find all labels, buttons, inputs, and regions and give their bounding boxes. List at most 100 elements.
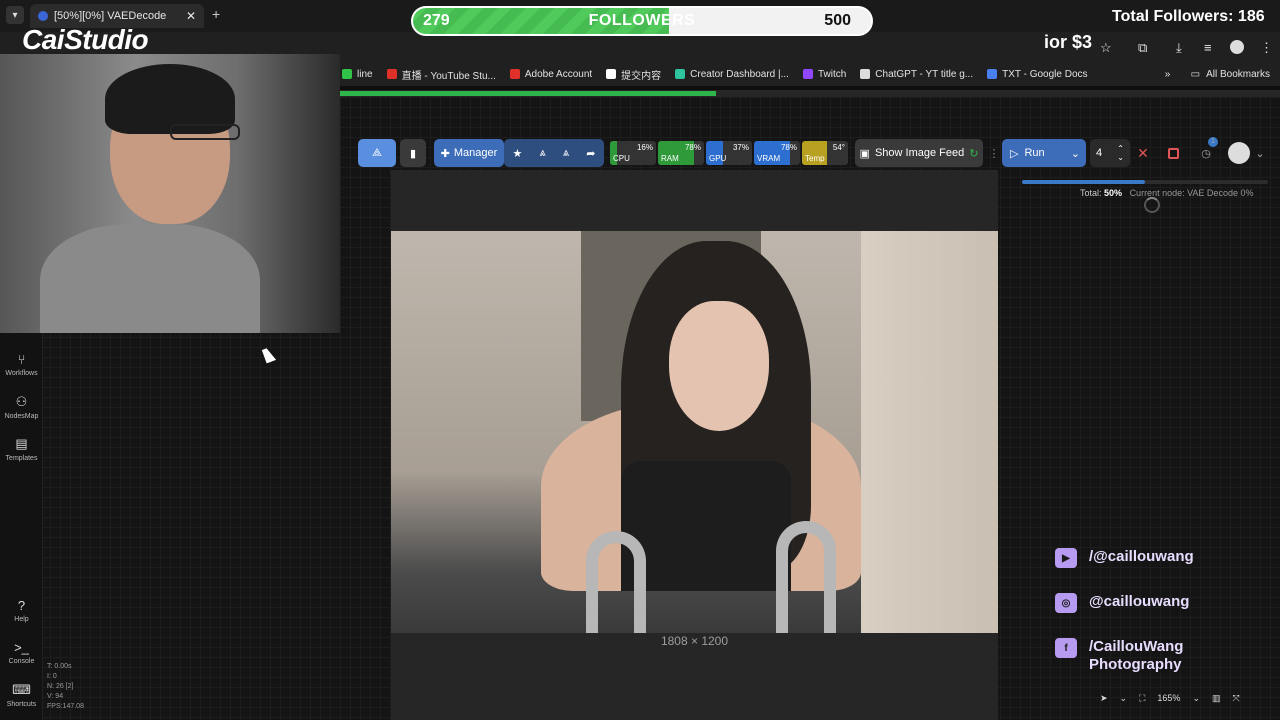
run-button[interactable]: ▷ Run ⌄ — [1002, 139, 1086, 167]
manager-button[interactable]: ✚ Manager — [434, 139, 504, 167]
total-followers: Total Followers: 186 — [1112, 8, 1265, 25]
sidebar-item-templates[interactable]: ▤ Templates — [0, 436, 43, 462]
select-tool-icon[interactable]: ➤ — [1100, 693, 1108, 704]
stat-name: Temp — [805, 154, 825, 163]
bookmark-item[interactable]: 提交内容 — [606, 67, 661, 82]
new-tab-button[interactable]: + — [212, 6, 220, 22]
stop-button[interactable] — [1164, 139, 1182, 167]
sidebar-item-nodesmap[interactable]: ⚇ NodesMap — [0, 394, 43, 420]
stat-line: N: 26 [2] — [47, 683, 74, 690]
photo-subject-face — [669, 301, 769, 431]
models-icon[interactable]: ⩓ — [540, 147, 546, 160]
total-value: 50% — [1104, 188, 1123, 198]
download-icon[interactable]: ⤓ — [1176, 40, 1182, 56]
bookmark-icon — [606, 69, 617, 79]
webcam-feed — [0, 54, 340, 333]
stat-vram: VRAM 78% — [754, 141, 800, 165]
followers-goal-label: FOLLOWERS — [588, 12, 696, 29]
link-visibility-icon[interactable]: ⤧ — [1233, 693, 1240, 704]
tab-search-button[interactable]: ▾ — [6, 6, 24, 24]
user-avatar[interactable] — [1226, 139, 1252, 167]
sidebar-item-workflows[interactable]: ⑂ Workflows — [0, 352, 43, 377]
bookmark-item[interactable]: TXT - Google Docs — [987, 69, 1088, 80]
bookmark-button[interactable]: ▮ — [400, 139, 426, 167]
bookmark-label: Creator Dashboard |... — [690, 68, 789, 80]
progress-text: Total: 50% Current node: VAE Decode 0% — [1080, 188, 1253, 198]
donation-alert: ior $3 — [1044, 32, 1093, 52]
social-handle: @caillouwang — [1089, 593, 1190, 610]
nodesmap-icon: ⚇ — [15, 394, 28, 409]
social-youtube: ▶ /@caillouwang — [1055, 548, 1194, 568]
generated-image[interactable] — [391, 231, 998, 633]
refresh-icon: ↻ — [969, 147, 979, 160]
play-icon: ▷ — [1010, 147, 1019, 160]
bookmark-label: 直播 - YouTube Stu... — [401, 70, 496, 82]
drag-handle-icon[interactable]: ⋮ — [989, 139, 1000, 167]
photo-subject-top — [621, 461, 791, 591]
sidebar-item-label: NodesMap — [4, 413, 39, 420]
stat-value: 78% — [684, 143, 701, 152]
stepper-arrows-icon: ⌃ ⌄ — [1117, 144, 1124, 162]
batch-count-value: 4 — [1096, 147, 1103, 159]
stat-name: VRAM — [757, 154, 781, 163]
nodes-icon[interactable]: ⩓ — [563, 147, 569, 160]
all-bookmarks-button[interactable]: » ▭ All Bookmarks — [1165, 69, 1280, 80]
chevron-down-icon: ⌄ — [1070, 147, 1080, 160]
bookmark-item[interactable]: line — [342, 69, 373, 80]
queue-history-button[interactable]: ◷ 1 — [1194, 137, 1218, 167]
comfy-logo-button[interactable]: ⟁ — [358, 139, 396, 167]
puzzle-icon: ✚ — [440, 147, 450, 160]
bookmark-label: Twitch — [817, 68, 847, 80]
zoom-level[interactable]: 165% — [1157, 693, 1180, 703]
bookmark-label: Adobe Account — [524, 68, 593, 80]
sidebar-item-shortcuts[interactable]: ⌨ Shortcuts — [0, 682, 43, 708]
manager-label: Manager — [453, 147, 498, 159]
stream-logo: CaiStudio — [22, 24, 149, 55]
youtube-icon — [386, 69, 397, 79]
sidebar-item-help[interactable]: ? Help — [0, 598, 43, 623]
followers-current: 279 — [423, 12, 450, 29]
chevron-down-icon[interactable]: ⌄ — [1192, 693, 1200, 704]
docs-icon — [987, 69, 998, 79]
cancel-button[interactable]: ✕ — [1134, 139, 1152, 167]
user-menu-chevron-icon[interactable]: ⌄ — [1254, 139, 1266, 167]
twitch-icon — [802, 69, 813, 79]
bookmark-item[interactable]: Adobe Account — [509, 68, 593, 80]
show-image-feed-button[interactable]: ▣ Show Image Feed ↻ — [855, 139, 983, 167]
photo-background-wall — [861, 231, 998, 633]
comfy-logo-icon: ⟁ — [372, 146, 382, 159]
fit-view-icon[interactable]: ⛶ — [1139, 693, 1145, 704]
extension-icon[interactable]: ☆ — [1100, 40, 1112, 56]
browser-menu-icon[interactable]: ⋮ — [1260, 40, 1273, 56]
stat-ram: RAM 78% — [658, 141, 704, 165]
stat-cpu: CPU 16% — [610, 141, 656, 165]
youtube-icon: ▶ — [1055, 548, 1077, 568]
stat-name: CPU — [613, 154, 630, 163]
image-icon: ▣ — [859, 147, 870, 160]
chevron-down-icon[interactable]: ⌄ — [1120, 693, 1128, 704]
sidebar-item-console[interactable]: >_ Console — [0, 640, 43, 665]
stop-icon — [1167, 147, 1179, 159]
loading-spinner-icon — [1144, 197, 1160, 213]
social-handle: /CaillouWang Photography — [1089, 638, 1184, 673]
bookmark-item[interactable]: ChatGPT - YT title g... — [860, 69, 973, 80]
close-tab-icon[interactable]: ✕ — [186, 9, 196, 23]
chatgpt-icon — [860, 69, 871, 79]
bookmark-item[interactable]: Creator Dashboard |... — [675, 69, 789, 80]
minimap-icon[interactable]: ▥ — [1212, 693, 1221, 704]
share-icon[interactable]: ➦ — [586, 147, 595, 160]
all-bookmarks-label: All Bookmarks — [1206, 68, 1270, 80]
stat-gpu: GPU 37% — [706, 141, 752, 165]
profile-avatar[interactable] — [1230, 40, 1244, 54]
photo-equipment-handle — [776, 521, 836, 633]
bookmark-item[interactable]: Twitch — [802, 68, 847, 80]
close-icon: ✕ — [1137, 144, 1149, 161]
batch-count-stepper[interactable]: 4 ⌃ ⌄ — [1090, 139, 1130, 167]
stat-line: I: 0 — [47, 673, 57, 680]
star-icon[interactable]: ★ — [513, 147, 523, 160]
run-label: Run — [1024, 147, 1045, 159]
bookmark-item[interactable]: 直播 - YouTube Stu... — [386, 67, 496, 82]
reading-list-icon[interactable]: ≡ — [1204, 40, 1212, 55]
extensions-puzzle-icon[interactable]: ⧉ — [1138, 40, 1147, 56]
comfy-toolbar: ⟁ ▮ ✚ Manager ★ ⩓ ⩓ ➦ CPU 16% RAM 78% GPU 37… — [358, 137, 1280, 167]
